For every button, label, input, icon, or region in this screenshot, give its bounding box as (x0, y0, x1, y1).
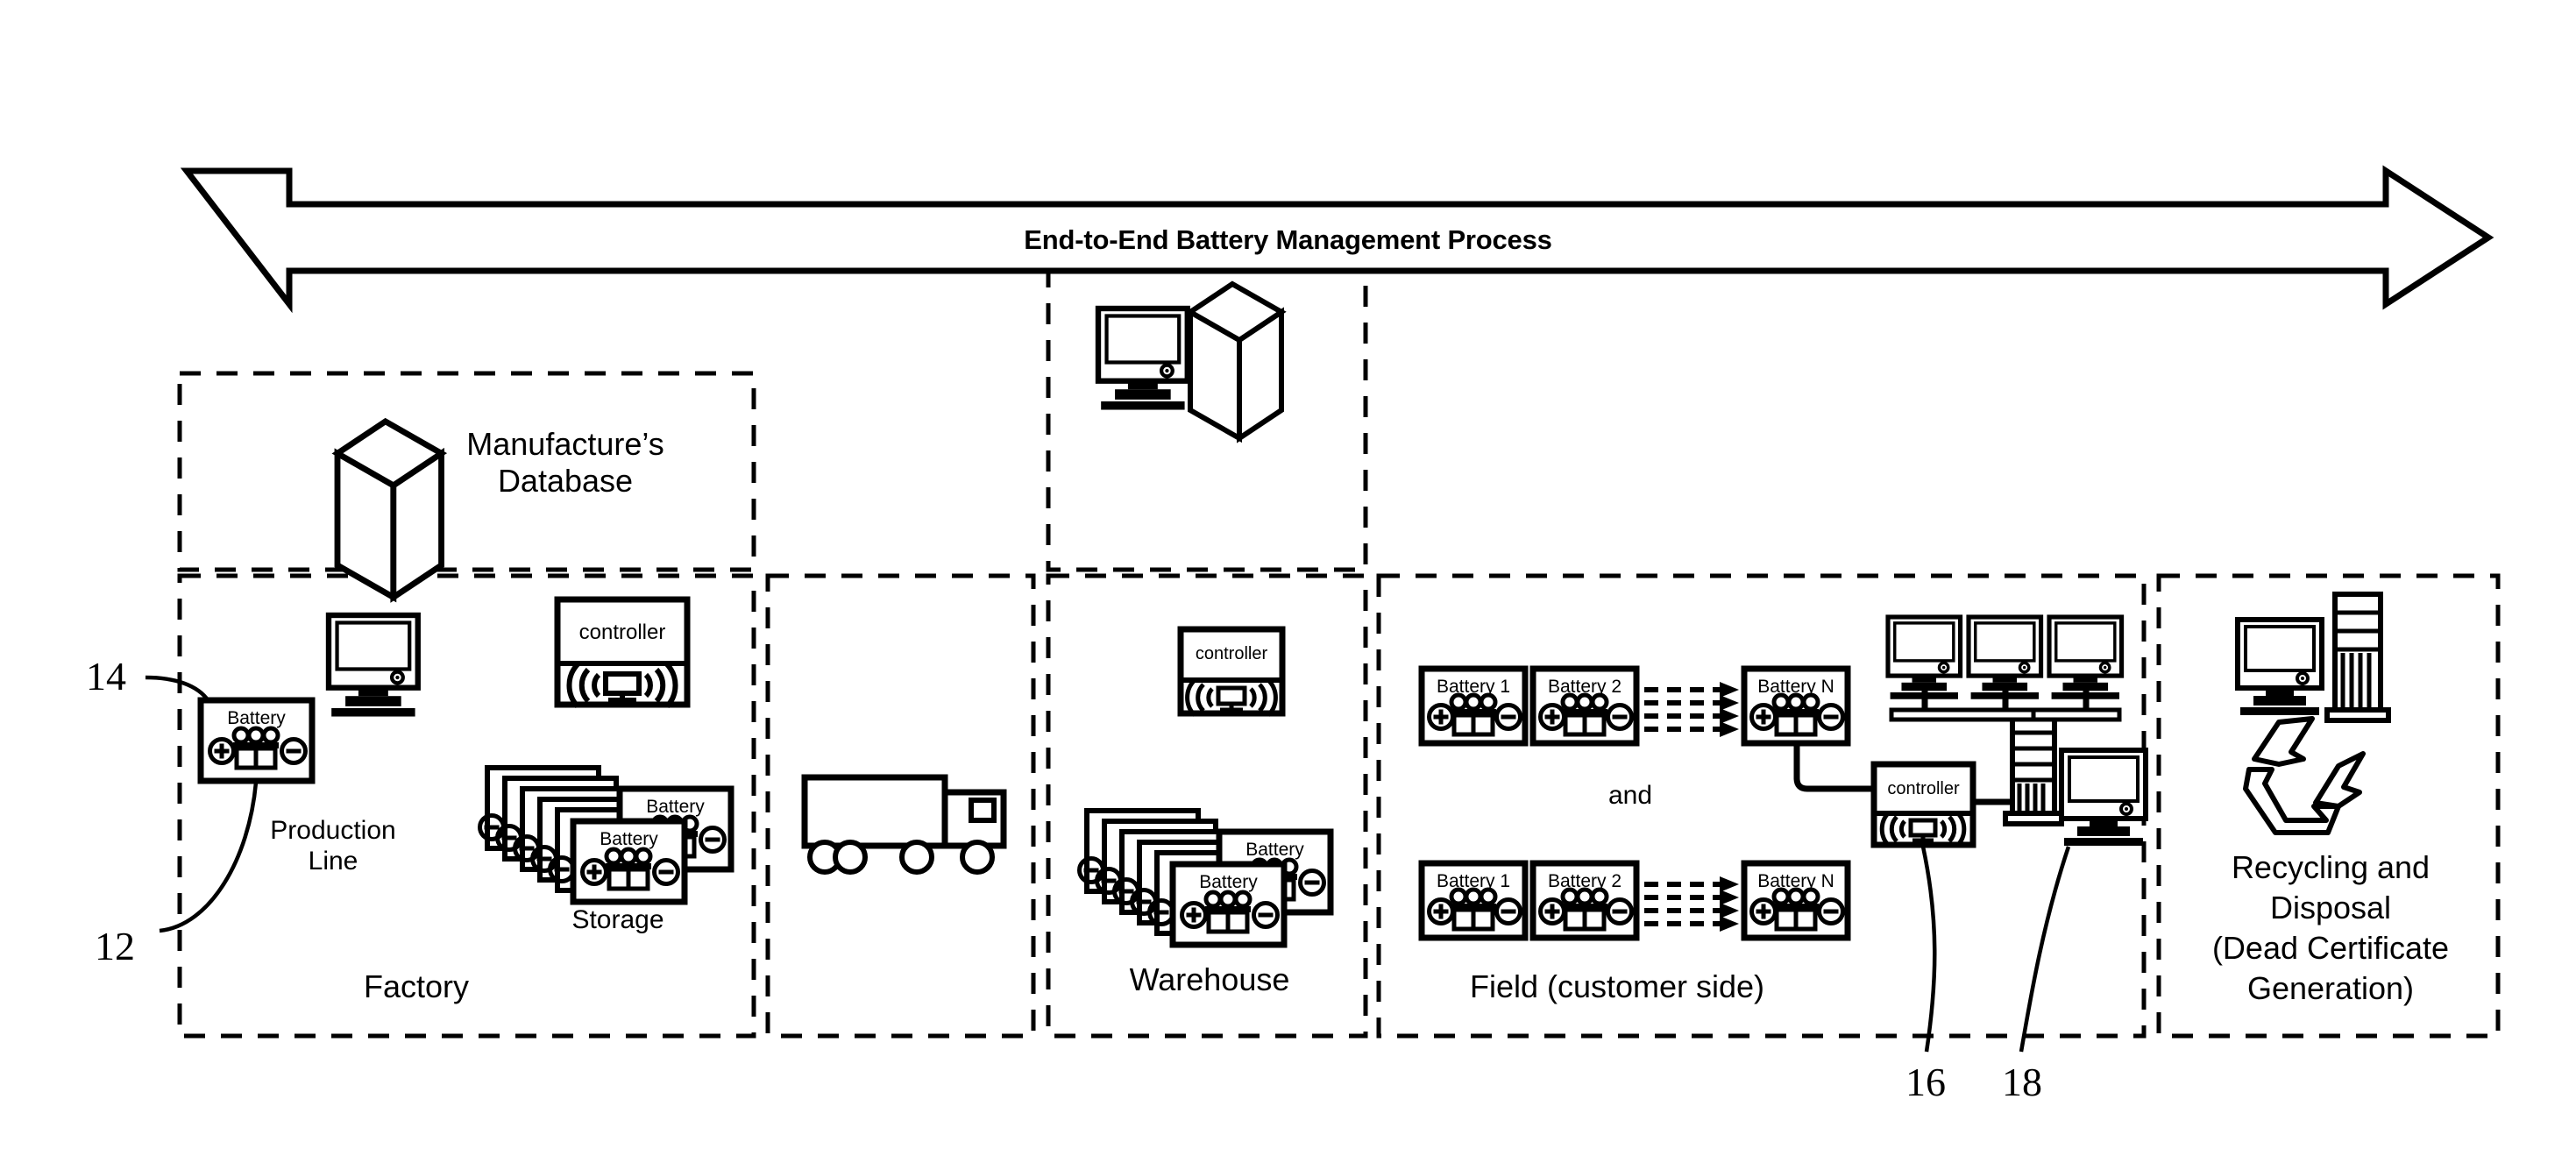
monitor-icon-recycling (2238, 620, 2322, 715)
controller-icon-field (1870, 761, 1976, 848)
battery-label-warehouse-back: Battery (1245, 840, 1304, 860)
monitor-icon-field-2 (1969, 617, 2041, 699)
storage-label: Storage (571, 905, 664, 934)
reference-numeral-12: 12 (95, 924, 135, 968)
monitor-icon-warehouse-top (1098, 308, 1188, 410)
production-line-label: Production Line (270, 816, 396, 876)
leader-line-18 (2019, 846, 2071, 1053)
warehouse-label: Warehouse (1129, 961, 1290, 997)
server-tower-icon-recycling (2324, 592, 2391, 723)
monitor-icon-field-operator (2062, 750, 2146, 846)
monitor-icon-factory (329, 615, 418, 717)
battery-label-r1c2: Battery 2 (1547, 677, 1622, 697)
battery-label-production-line: Battery (227, 708, 286, 728)
reference-numeral-14: 14 (86, 654, 126, 699)
recycling-label: Recycling and Disposal (Dead Certificate… (2211, 849, 2450, 1007)
battery-label-r1c1: Battery 1 (1436, 677, 1511, 697)
network-bar (1889, 707, 2122, 722)
controller-label-field: controller (1887, 779, 1960, 798)
battery-label-r2c2: Battery 2 (1547, 871, 1622, 891)
field-label: Field (customer side) (1469, 968, 1765, 1004)
server-tower-icon-warehouse-top (1190, 284, 1281, 438)
battery-label-storage-front: Battery (600, 829, 658, 849)
battery-label-r2c3: Battery N (1757, 871, 1834, 891)
wire-batteryN-to-controller (1793, 743, 1874, 792)
manufacturers-database-label: Manufacture’s Database (466, 426, 664, 500)
controller-label-factory: controller (578, 621, 666, 644)
controller-icon-warehouse (1177, 626, 1286, 717)
controller-icon-factory (554, 596, 691, 709)
battery-label-r1c3: Battery N (1757, 677, 1834, 697)
monitor-icon-field-3 (2049, 617, 2122, 699)
leader-line-16 (1920, 846, 1937, 1053)
battery-label-storage-back: Battery (646, 797, 705, 817)
battery-label-r2c1: Battery 1 (1436, 871, 1511, 891)
controller-label-warehouse: controller (1195, 644, 1268, 663)
reference-numeral-18: 18 (2002, 1060, 2042, 1104)
field-conjunction-label: and (1607, 781, 1653, 810)
dashed-arrows-row-2 (1644, 876, 1739, 932)
dashed-arrows-row-1 (1644, 682, 1739, 737)
truck-icon (801, 774, 1007, 875)
server-rack-icon-field (2003, 714, 2064, 826)
recycle-icon (2243, 716, 2366, 835)
battery-label-warehouse-front: Battery (1199, 872, 1258, 892)
monitor-icon-field-1 (1888, 617, 1961, 699)
server-tower-icon-manufacturers-database (337, 422, 442, 598)
process-banner-title: End-to-End Battery Management Process (1024, 224, 1552, 255)
reference-numeral-16: 16 (1905, 1060, 1946, 1104)
factory-label: Factory (363, 968, 470, 1004)
patent-figure-canvas: End-to-End Battery Management Process Ma… (0, 0, 2576, 1163)
